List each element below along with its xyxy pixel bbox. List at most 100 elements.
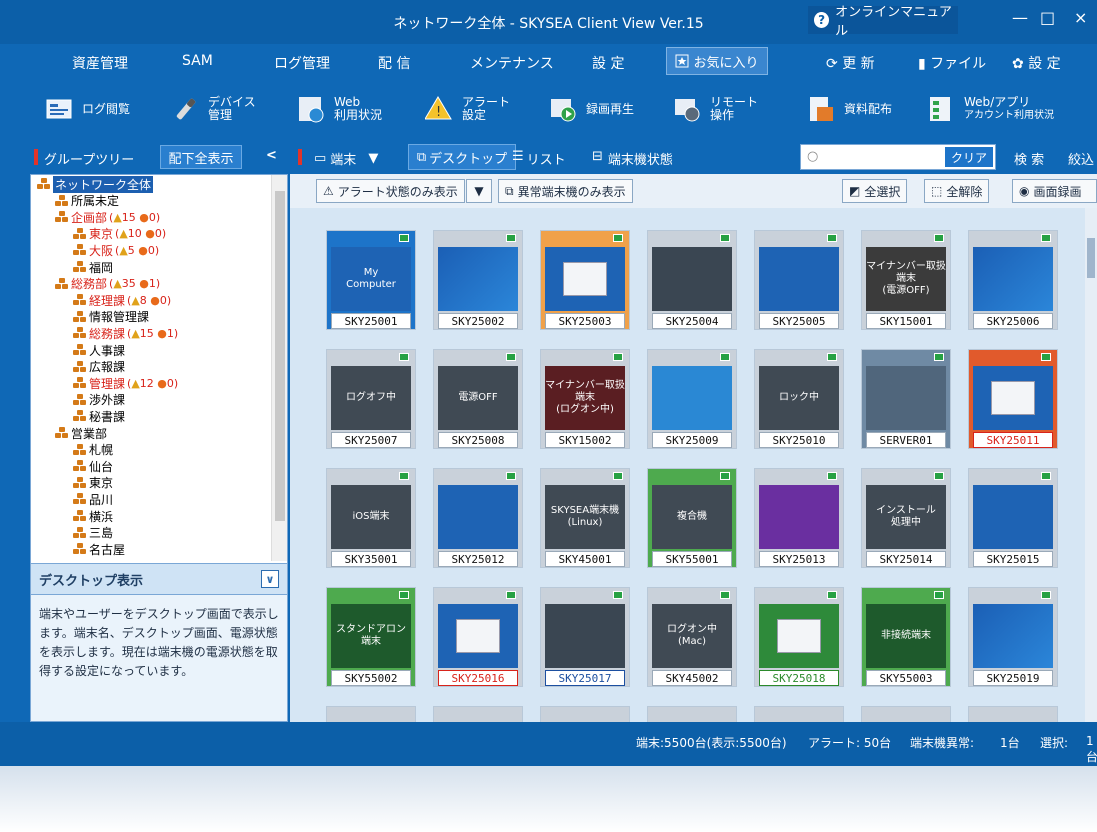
terminal-tile[interactable]: SKY25003 [540, 230, 630, 330]
desc-toggle-button[interactable]: ∨ [261, 570, 279, 588]
menu-maintenance[interactable]: メンテナンス [470, 53, 554, 73]
tree-item[interactable]: 経理課 (▲8 ●0) [73, 293, 171, 308]
terminal-tile[interactable] [754, 706, 844, 722]
tool-web-usage[interactable]: Web 利用状況 [296, 90, 382, 128]
tool-log-view[interactable]: ログ閲覧 [44, 90, 130, 128]
menu-settings[interactable]: 設 定 [592, 53, 624, 73]
terminal-tile[interactable]: My Computer SKY25001 [326, 230, 416, 330]
terminal-tile[interactable]: マイナンバー取扱端末 (ログオン中) SKY15002 [540, 349, 630, 449]
terminal-tile[interactable]: 電源OFF SKY25008 [433, 349, 523, 449]
settings-button[interactable]: ✿ 設 定 [1012, 53, 1061, 73]
tree-item[interactable]: 大阪 (▲5 ●0) [73, 243, 159, 258]
favorites-button[interactable]: お気に入り [666, 47, 768, 75]
alert-only-button[interactable]: ⚠ アラート状態のみ表示 [316, 179, 465, 203]
terminal-tile[interactable]: SKY25015 [968, 468, 1058, 568]
minimize-button[interactable]: — [1012, 8, 1028, 27]
tool-document-distribute[interactable]: 資料配布 [806, 90, 892, 128]
tree-item[interactable]: 名古屋 [73, 542, 125, 557]
terminal-tile[interactable] [861, 706, 951, 722]
terminal-tile[interactable]: 複合機 SKY55001 [647, 468, 737, 568]
tree-item[interactable]: 三島 [73, 526, 113, 540]
tree-item[interactable]: 管理課 (▲12 ●0) [73, 376, 178, 391]
tree-item[interactable]: 東京 (▲10 ●0) [73, 227, 166, 241]
terminal-tile[interactable] [433, 706, 523, 722]
terminal-tile[interactable]: iOS端末 SKY35001 [326, 468, 416, 568]
terminal-tile[interactable]: SKY25017 [540, 587, 630, 687]
tree-scroll-thumb[interactable] [275, 191, 285, 521]
tree-item[interactable]: 仙台 [73, 459, 113, 474]
tool-account-usage[interactable]: Web/アプリ アカウント利用状況 [926, 90, 1054, 128]
tree-item[interactable]: 営業部 [55, 426, 107, 441]
tool-remote-control[interactable]: リモート 操作 [672, 90, 758, 128]
tree-item[interactable]: 福岡 [73, 260, 113, 275]
terminal-tile[interactable] [968, 706, 1058, 722]
terminal-tile[interactable]: インストール 処理中 SKY25014 [861, 468, 951, 568]
tree-item[interactable]: 広報課 [73, 360, 125, 374]
select-all-button[interactable]: ◩ 全選択 [842, 179, 908, 203]
terminal-tile[interactable]: SKY25006 [968, 230, 1058, 330]
tree-item[interactable]: 企画部 (▲15 ●0) [55, 210, 160, 225]
show-all-button[interactable]: 配下全表示 [160, 145, 242, 169]
tree-item[interactable]: 情報管理課 [73, 310, 149, 324]
terminal-tile[interactable]: SKYSEA端末機 (Linux) SKY45001 [540, 468, 630, 568]
close-button[interactable]: × [1074, 8, 1087, 27]
tab-terminal-status[interactable]: ⊟ 端末機状態 [592, 149, 673, 168]
terminal-tile[interactable]: SKY25009 [647, 349, 737, 449]
tree-item[interactable]: 東京 [73, 476, 113, 490]
tab-desktop[interactable]: ⧉ デスクトップ [408, 144, 516, 170]
terminal-tile[interactable]: マイナンバー取扱端末 (電源OFF) SKY15001 [861, 230, 951, 330]
terminal-tile[interactable] [326, 706, 416, 722]
tree-item[interactable]: 秘書課 [73, 409, 125, 424]
menu-distribution[interactable]: 配 信 [378, 53, 410, 73]
terminal-tile[interactable]: SKY25005 [754, 230, 844, 330]
tree-item[interactable]: 品川 [73, 492, 113, 507]
tool-alert-settings[interactable]: ! アラート 設定 [424, 90, 510, 128]
terminal-tile[interactable]: SKY25011 [968, 349, 1058, 449]
deselect-all-button[interactable]: ⬚ 全解除 [924, 179, 990, 203]
alert-filter-dropdown[interactable]: ▼ [466, 179, 492, 203]
abnormal-only-button[interactable]: ⧉ 異常端末機のみ表示 [498, 179, 633, 203]
terminal-tile[interactable]: SERVER01 [861, 349, 951, 449]
clear-button[interactable]: クリア [945, 147, 993, 167]
grid-scrollbar[interactable] [1085, 208, 1097, 722]
menu-asset[interactable]: 資産管理 [72, 53, 128, 73]
terminal-tile[interactable] [540, 706, 630, 722]
terminal-tile[interactable]: ログオン中 (Mac) SKY45002 [647, 587, 737, 687]
terminal-tile[interactable] [647, 706, 737, 722]
tree-item[interactable]: 総務課 (▲15 ●1) [73, 326, 178, 341]
tab-list[interactable]: ☰ リスト [512, 149, 566, 168]
menu-sam[interactable]: SAM [182, 53, 213, 69]
tool-device-manage[interactable]: デバイス 管理 [170, 90, 256, 128]
terminal-tile[interactable]: SKY25016 [433, 587, 523, 687]
search-input[interactable]: ○ クリア [800, 144, 996, 170]
terminal-tile[interactable]: SKY25019 [968, 587, 1058, 687]
search-button[interactable]: 検 索 [1014, 149, 1044, 168]
terminal-tile[interactable]: SKY25002 [433, 230, 523, 330]
tree-item[interactable]: 渉外課 [73, 393, 125, 407]
tree-item[interactable]: 総務部 (▲35 ●1) [55, 277, 160, 291]
online-manual-button[interactable]: ? オンラインマニュアル [808, 5, 958, 39]
terminal-tile[interactable]: SKY25018 [754, 587, 844, 687]
tree-item[interactable]: 所属未定 [55, 194, 119, 208]
grid-scroll-thumb[interactable] [1087, 238, 1095, 278]
tree-item[interactable]: 横浜 [73, 509, 113, 524]
filter-button[interactable]: 絞込 [1068, 149, 1094, 168]
terminal-tile[interactable]: ロック中 SKY25010 [754, 349, 844, 449]
terminal-view-button[interactable]: ▭ 端末 ▼ [314, 149, 378, 168]
terminal-tile[interactable]: SKY25004 [647, 230, 737, 330]
tree-item[interactable]: ネットワーク全体 [37, 175, 154, 193]
terminal-tile[interactable]: SKY25013 [754, 468, 844, 568]
tree-scrollbar[interactable] [271, 175, 287, 561]
tree-item[interactable]: 人事課 [73, 343, 125, 358]
terminal-tile[interactable]: 非接続端末 SKY55003 [861, 587, 951, 687]
tool-record-play[interactable]: 録画再生 [548, 90, 634, 128]
file-button[interactable]: ▮ ファイル [918, 53, 986, 73]
maximize-button[interactable]: □ [1040, 8, 1055, 27]
refresh-button[interactable]: ⟳ 更 新 [826, 53, 875, 73]
menu-log[interactable]: ログ管理 [274, 53, 330, 73]
terminal-tile[interactable]: SKY25012 [433, 468, 523, 568]
collapse-tree-button[interactable]: < [266, 148, 277, 163]
terminal-tile[interactable]: スタンドアロン 端末 SKY55002 [326, 587, 416, 687]
terminal-tile[interactable]: ログオフ中 SKY25007 [326, 349, 416, 449]
tree-item[interactable]: 札幌 [73, 443, 113, 457]
